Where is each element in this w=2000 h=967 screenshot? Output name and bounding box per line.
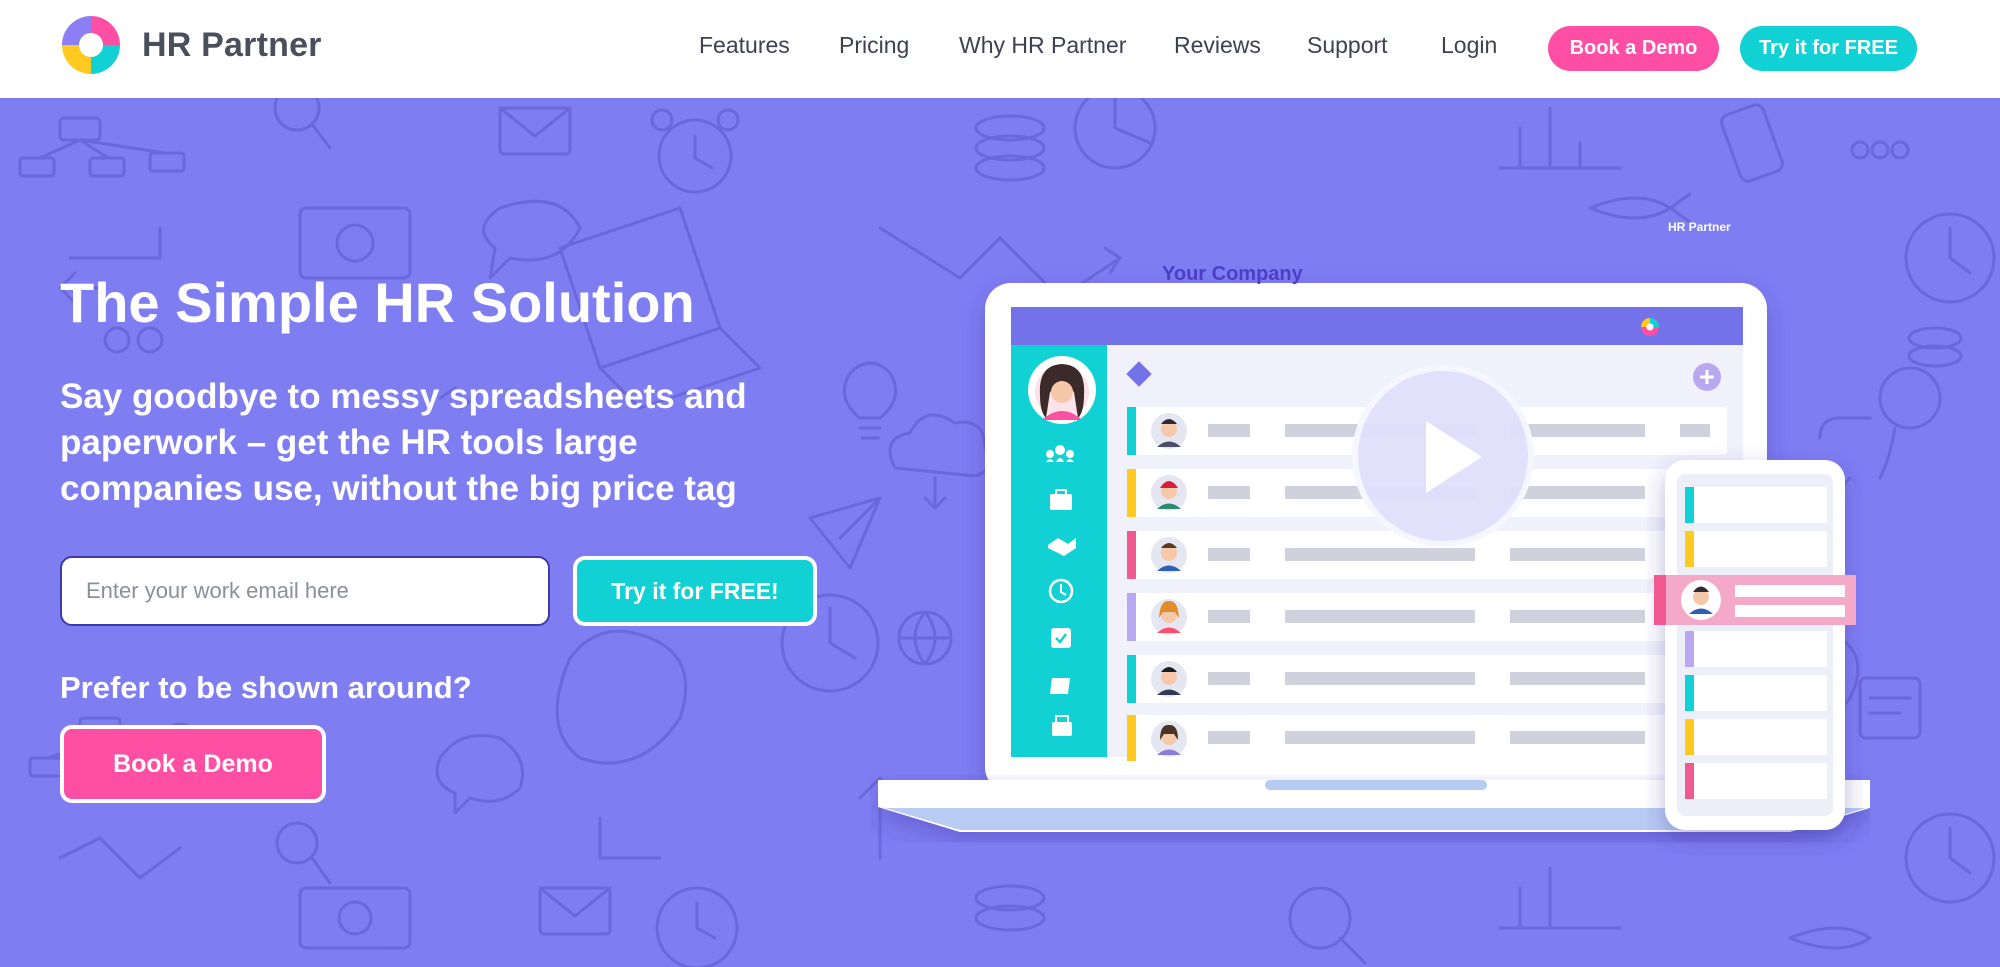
hero-title: The Simple HR Solution: [60, 271, 695, 334]
header-book-demo-button[interactable]: Book a Demo: [1548, 26, 1719, 71]
prefer-shown-around-text: Prefer to be shown around?: [60, 670, 472, 705]
nav-features[interactable]: Features: [699, 32, 790, 59]
nav-pricing[interactable]: Pricing: [839, 32, 909, 59]
site-header: HR Partner Features Pricing Why HR Partn…: [0, 0, 2000, 98]
brand-name: HR Partner: [142, 25, 322, 64]
play-icon: [1426, 421, 1482, 493]
hero-try-free-button[interactable]: Try it for FREE!: [573, 556, 817, 626]
nav-reviews[interactable]: Reviews: [1174, 32, 1261, 59]
nav-support[interactable]: Support: [1307, 32, 1388, 59]
work-email-input[interactable]: [60, 556, 550, 626]
nav-login[interactable]: Login: [1441, 32, 1497, 59]
nav-why-hr-partner[interactable]: Why HR Partner: [959, 32, 1126, 59]
hero-book-demo-button[interactable]: Book a Demo: [60, 725, 326, 803]
header-try-free-button[interactable]: Try it for FREE: [1740, 26, 1917, 71]
video-play-button[interactable]: [1352, 365, 1534, 547]
hero-subtitle: Say goodbye to messy spreadsheets and pa…: [60, 377, 747, 508]
product-mockup-illustration: [878, 283, 1870, 832]
brand-logo[interactable]: HR Partner: [60, 14, 322, 76]
mockup-brand-label: HR Partner: [1668, 220, 1731, 234]
hr-partner-logo-icon: [62, 16, 120, 74]
mockup-company-label: Your Company: [1162, 263, 1303, 285]
